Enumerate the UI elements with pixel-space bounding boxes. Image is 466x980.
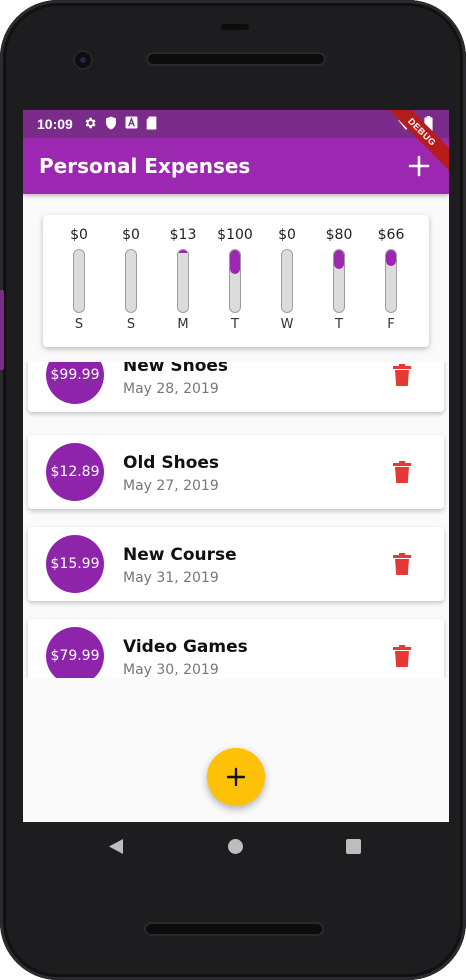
front-camera [75,52,91,68]
chart-bar-5: $80 T [316,225,362,332]
status-bar: 10:09 [23,110,449,138]
transaction-date: May 28, 2019 [123,381,219,397]
delete-button[interactable] [392,645,412,667]
bar-amount: $0 [278,227,296,243]
back-triangle-icon [109,839,123,854]
chart-bar-2: $13 M [160,225,206,332]
delete-button[interactable] [392,364,412,386]
bar-amount: $80 [325,227,353,243]
bar-track [333,249,345,313]
list-item[interactable]: $12.89 Old Shoes May 27, 2019 [28,435,444,509]
bar-day-label: S [74,317,84,332]
chart-bar-4: $0 W [264,225,310,332]
bar-day-label: T [231,317,239,332]
chart-bar-3: $100 T [212,225,258,332]
recents-button[interactable] [346,839,361,854]
phone-frame: 10:09 DEBUG Personal Expenses $0 S $0 S … [0,0,466,980]
bar-fill [230,250,240,275]
add-icon [408,155,430,177]
bar-day-label: W [280,317,294,332]
status-time: 10:09 [37,116,73,132]
bar-fill [178,250,188,254]
sd-card-icon [146,116,157,133]
bar-amount: $0 [70,227,88,243]
add-icon [226,767,246,787]
bar-track [281,249,293,313]
bar-amount: $13 [169,227,197,243]
bar-day-label: S [126,317,136,332]
bar-day-label: T [335,317,343,332]
bar-track [73,249,85,313]
app-bar: Personal Expenses [23,138,449,194]
transaction-title: New Course [123,545,237,565]
add-transaction-button[interactable] [403,150,435,182]
transaction-title: Video Games [123,637,248,657]
amount-avatar: $15.99 [46,535,104,593]
shield-icon [105,116,117,133]
trash-icon [393,461,411,483]
transaction-list[interactable]: $99.99 New Shoes May 28, 2019 $12.89 Old… [23,362,449,678]
chart-bar-6: $66 F [368,225,414,332]
home-button[interactable] [228,839,243,854]
a-icon [125,116,138,132]
list-item[interactable]: $99.99 New Shoes May 28, 2019 [28,362,444,412]
gear-icon [83,116,97,133]
chart-bar-0: $0 S [56,225,102,332]
bar-amount: $100 [217,227,253,243]
trash-icon [393,645,411,667]
bar-amount: $0 [122,227,140,243]
chart-bar-1: $0 S [108,225,154,332]
add-transaction-fab[interactable] [207,748,265,806]
bar-day-label: M [177,317,189,332]
amount-avatar: $12.89 [46,443,104,501]
bar-day-label: F [387,317,395,332]
bar-track [177,249,189,313]
amount-avatar: $79.99 [46,627,104,678]
list-item[interactable]: $15.99 New Course May 31, 2019 [28,527,444,601]
page-title: Personal Expenses [39,154,251,178]
bar-track [229,249,241,313]
system-nav-bar [0,822,466,870]
trash-icon [393,553,411,575]
bar-fill [334,250,344,270]
trash-icon [393,364,411,386]
weekly-chart-card: $0 S $0 S $13 M $100 T $0 W $80 T $66 F [43,215,429,347]
delete-button[interactable] [392,461,412,483]
bar-track [385,249,397,313]
transaction-date: May 30, 2019 [123,662,219,678]
amount-avatar: $99.99 [46,362,104,404]
transaction-title: New Shoes [123,362,229,376]
delete-button[interactable] [392,553,412,575]
bar-fill [386,250,396,267]
transaction-date: May 27, 2019 [123,478,219,494]
bar-amount: $66 [377,227,405,243]
transaction-date: May 31, 2019 [123,570,219,586]
bar-track [125,249,137,313]
transaction-title: Old Shoes [123,453,220,473]
bottom-speaker [146,924,322,934]
list-item[interactable]: $79.99 Video Games May 30, 2019 [28,619,444,678]
back-button[interactable] [108,838,124,859]
earpiece-speaker [148,54,324,64]
app-screen: 10:09 DEBUG Personal Expenses $0 S $0 S … [23,110,449,822]
top-microphone [221,24,249,30]
